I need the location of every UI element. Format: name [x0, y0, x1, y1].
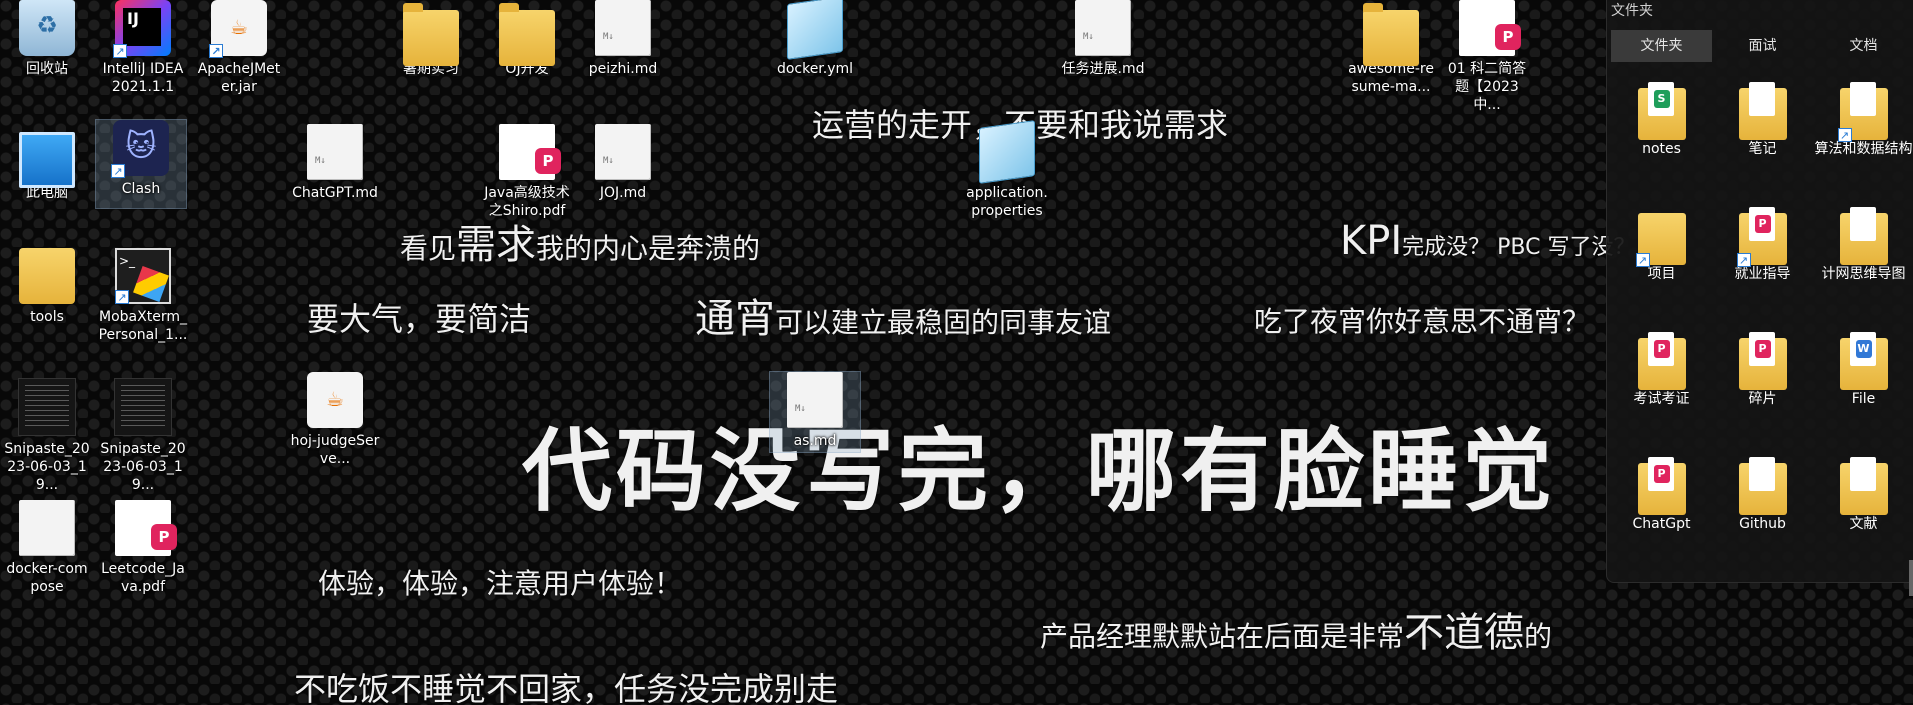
desktop-icon-this-pc[interactable]: 此电脑 — [2, 124, 92, 202]
markdown-file-icon: M↓ — [595, 0, 651, 56]
desktop-icon-intellij[interactable]: IJ ↗ IntelliJ IDEA 2021.1.1 — [98, 0, 188, 96]
folder-icon — [1738, 82, 1787, 140]
notepad-icon — [787, 0, 843, 60]
panel-item-literature[interactable]: 文献 — [1813, 455, 1913, 580]
wallpaper-slogan: KPI完成没？ PBC 写了没？ — [1340, 218, 1636, 264]
desktop-icon-docker-yml[interactable]: docker.yml — [770, 0, 860, 78]
desktop-icon-leetcode-pdf[interactable]: P Leetcode_Java.pdf — [98, 500, 188, 596]
panel-item-notes[interactable]: S notes — [1611, 80, 1712, 205]
desktop-icon-awesome-resume[interactable]: awesome-resume-ma... — [1346, 0, 1436, 96]
wallpaper-slogan: 吃了夜宵你好意思不通宵？ — [1254, 305, 1591, 338]
wallpaper-headline: 代码没写完，哪有脸睡觉 — [522, 419, 1556, 524]
folder-icon — [403, 3, 459, 66]
panel-grid: S notes 笔记 ↗ 算法和数据结构 ↗ 项目 P ↗ 就业指导 计网思维导图 — [1611, 80, 1913, 580]
folder-icon: P — [1738, 332, 1787, 390]
panel-title: 文件夹 — [1611, 3, 1653, 19]
desktop-icon-docker-compose[interactable]: docker-compose — [2, 500, 92, 596]
folder-icon: S — [1637, 82, 1686, 140]
panel-item-projects[interactable]: ↗ 项目 — [1611, 205, 1712, 330]
panel-item-career[interactable]: P ↗ 就业指导 — [1712, 205, 1813, 330]
panel-item-github[interactable]: Github — [1712, 455, 1813, 580]
wallpaper-slogan: 体验，体验，注意用户体验！ — [318, 567, 683, 600]
wallpaper-slogan: 要大气，要简洁 — [307, 300, 532, 338]
folder-icon: ↗ — [1837, 82, 1888, 142]
folder-icon — [1839, 207, 1888, 265]
desktop-icon-hoj-judgeserver[interactable]: ☕ hoj-judgeServe... — [290, 372, 380, 468]
folder-icon — [19, 248, 75, 304]
wallpaper-slogan: 通宵可以建立最稳固的同事友谊 — [695, 296, 1112, 342]
folder-icon — [1839, 457, 1888, 515]
wallpaper-slogan: 产品经理默默站在后面是非常不道德的 — [1040, 610, 1553, 656]
screenshot-icon — [114, 378, 172, 436]
markdown-file-icon: M↓ — [307, 124, 363, 180]
desktop-icon-clash[interactable]: 🐱 ↗ Clash — [95, 119, 187, 209]
folder-icon — [1738, 457, 1787, 515]
panel-item-chatgpt[interactable]: P ChatGpt — [1611, 455, 1712, 580]
panel-item-algorithms[interactable]: ↗ 算法和数据结构 — [1813, 80, 1913, 205]
desktop-icon-snipaste-1[interactable]: Snipaste_2023-06-03_19... — [2, 378, 92, 494]
desktop-icon-oj-dev[interactable]: OJ开发 — [482, 0, 572, 78]
recycle-bin-icon: ♻ — [19, 0, 75, 56]
desktop-icon-shiro-pdf[interactable]: P Java高级技术之Shiro.pdf — [482, 124, 572, 220]
folder-icon — [499, 3, 555, 66]
screenshot-icon — [18, 378, 76, 436]
folder-icon: P — [1637, 457, 1686, 515]
folder-icon: W — [1839, 332, 1888, 390]
wallpaper-slogan: 不吃饭不睡觉不回家，任务没完成别走 — [294, 670, 839, 705]
tab-docs[interactable]: 文档 — [1813, 30, 1913, 62]
folder-icon: P — [1637, 332, 1686, 390]
computer-icon — [19, 132, 75, 188]
desktop-icon-task-progress[interactable]: M↓ 任务进展.md — [1058, 0, 1148, 78]
scroll-indicator[interactable] — [1909, 560, 1913, 596]
desktop[interactable]: 运营的走开，不要和我说需求 看见需求我的内心是奔溃的 要大气，要简洁 通宵可以建… — [0, 0, 1913, 705]
tab-interview[interactable]: 面试 — [1712, 30, 1813, 62]
tab-folders[interactable]: 文件夹 — [1611, 30, 1712, 62]
desktop-icon-as-md[interactable]: M↓ as.md — [769, 371, 861, 453]
panel-tabs: 文件夹 面试 文档 — [1611, 30, 1913, 62]
panel-item-network-mindmap[interactable]: 计网思维导图 — [1813, 205, 1913, 330]
panel-item-fragments[interactable]: P 碎片 — [1712, 330, 1813, 455]
desktop-icon-peizhi-md[interactable]: M↓ peizhi.md — [578, 0, 668, 78]
panel-item-file[interactable]: W File — [1813, 330, 1913, 455]
pdf-icon: P — [115, 500, 177, 556]
wallpaper-slogan: 看见需求我的内心是奔溃的 — [400, 222, 761, 268]
pdf-icon: P — [1459, 0, 1521, 56]
java-icon: ☕ — [307, 372, 363, 428]
markdown-file-icon: M↓ — [1075, 0, 1131, 56]
desktop-icon-jmeter[interactable]: ☕ ↗ ApacheJMeter.jar — [194, 0, 284, 96]
clash-icon: 🐱 ↗ — [111, 120, 169, 178]
desktop-icon-snipaste-2[interactable]: Snipaste_2023-06-03_19... — [98, 378, 188, 494]
mobaxterm-icon: >_ ↗ — [115, 248, 171, 304]
folder-panel[interactable]: 文件夹 文件夹 面试 文档 S notes 笔记 ↗ 算法和数据结构 ↗ 项目 — [1606, 0, 1913, 583]
desktop-icon-application-properties[interactable]: application.properties — [962, 120, 1052, 220]
panel-item-notes-cn[interactable]: 笔记 — [1712, 80, 1813, 205]
desktop-icon-chatgpt-md[interactable]: M↓ ChatGPT.md — [290, 124, 380, 202]
desktop-icon-joj-md[interactable]: M↓ JOJ.md — [578, 124, 668, 202]
intellij-icon: IJ ↗ — [113, 0, 171, 58]
desktop-icon-recycle-bin[interactable]: ♻ 回收站 — [2, 0, 92, 78]
desktop-icon-exam-pdf[interactable]: P 01 科二简答题【2023中... — [1442, 0, 1532, 114]
folder-icon: P ↗ — [1736, 207, 1787, 267]
panel-item-exams[interactable]: P 考试考证 — [1611, 330, 1712, 455]
folder-icon: ↗ — [1635, 213, 1686, 267]
markdown-file-icon: M↓ — [787, 372, 843, 428]
desktop-icon-mobaxterm[interactable]: >_ ↗ MobaXterm_Personal_1... — [98, 248, 188, 344]
file-icon — [19, 500, 75, 556]
desktop-icon-summer-intern[interactable]: 暑期实习 — [386, 0, 476, 78]
markdown-file-icon: M↓ — [595, 124, 651, 180]
folder-icon — [1363, 3, 1419, 66]
notepad-icon — [979, 120, 1035, 184]
pdf-icon: P — [499, 124, 561, 180]
java-icon: ☕ ↗ — [209, 0, 267, 58]
desktop-icon-tools[interactable]: tools — [2, 248, 92, 326]
